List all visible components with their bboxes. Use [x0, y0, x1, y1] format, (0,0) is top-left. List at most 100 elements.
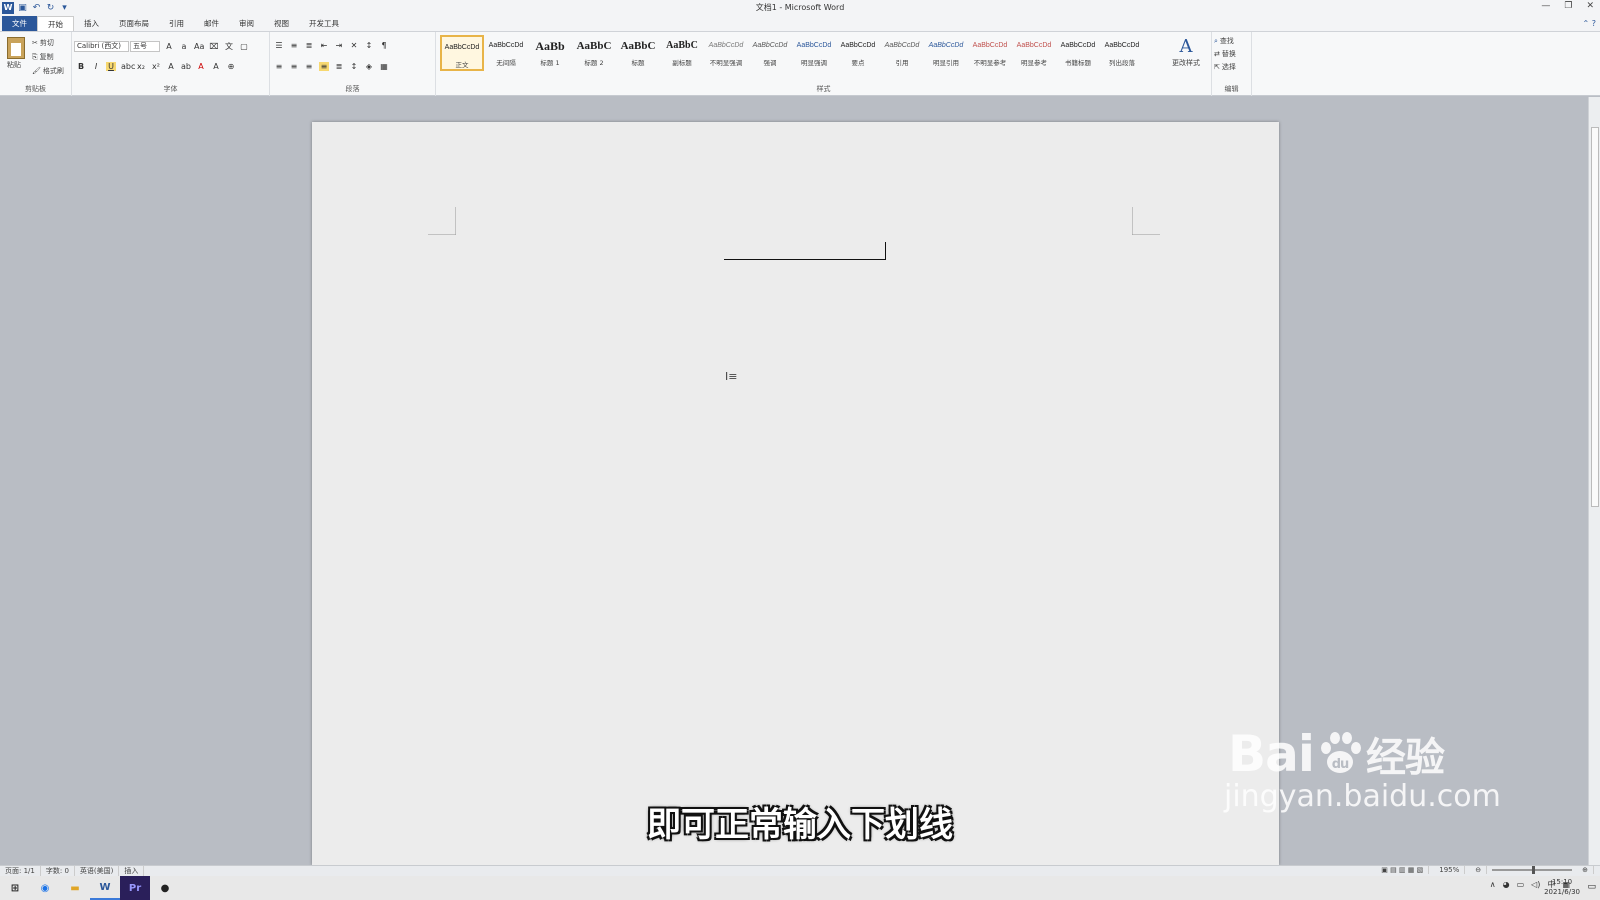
- close-icon[interactable]: ✕: [1586, 1, 1594, 11]
- tab-developer[interactable]: 开发工具: [299, 16, 349, 31]
- enclose-char-icon[interactable]: ⊕: [226, 62, 236, 71]
- shrink-font-icon[interactable]: a: [179, 42, 189, 51]
- volume-icon[interactable]: ◁): [1531, 880, 1540, 889]
- format-painter-button[interactable]: 🖌 格式刷: [32, 66, 64, 76]
- view-buttons[interactable]: ▣ ▤ ▥ ▦ ▧: [1376, 866, 1430, 874]
- bullets-icon[interactable]: ☰: [274, 41, 284, 50]
- save-icon[interactable]: ▣: [17, 3, 28, 14]
- font-color-icon[interactable]: A: [196, 62, 206, 71]
- collapse-ribbon-icon[interactable]: ⌃: [1583, 19, 1590, 28]
- style-item[interactable]: AaBbCcDd 列出段落: [1100, 35, 1144, 71]
- undo-icon[interactable]: ↶: [31, 3, 42, 14]
- chinese-layout-icon[interactable]: ✕: [349, 41, 359, 50]
- align-center-icon[interactable]: ≡: [289, 62, 299, 71]
- char-border-icon[interactable]: ▢: [239, 42, 249, 51]
- style-item[interactable]: AaBbCcDd 引用: [880, 35, 924, 71]
- char-shading-icon[interactable]: A: [211, 62, 221, 71]
- word-taskbar-icon[interactable]: W: [90, 876, 120, 900]
- sort-icon[interactable]: ↕: [364, 41, 374, 50]
- network-icon[interactable]: ▭: [1517, 880, 1525, 889]
- word-count[interactable]: 字数: 0: [41, 866, 75, 876]
- paste-button[interactable]: 粘贴: [7, 60, 21, 70]
- document-page[interactable]: I≡: [312, 122, 1279, 865]
- style-item[interactable]: AaBbC 标题 2: [572, 35, 616, 71]
- style-item[interactable]: AaBbCcDd 明显引用: [924, 35, 968, 71]
- change-case-icon[interactable]: Aa: [194, 42, 204, 51]
- line-spacing-icon[interactable]: ↕: [349, 62, 359, 71]
- style-item[interactable]: AaBb 标题 1: [528, 35, 572, 71]
- browser-icon[interactable]: ◉: [30, 876, 60, 900]
- text-effects-icon[interactable]: A: [166, 62, 176, 71]
- show-marks-icon[interactable]: ¶: [379, 41, 389, 50]
- cut-button[interactable]: ✂ 剪切: [32, 38, 54, 48]
- obs-icon[interactable]: ●: [150, 876, 180, 900]
- decrease-indent-icon[interactable]: ⇤: [319, 41, 329, 50]
- language-indicator[interactable]: 英语(美国): [75, 866, 120, 876]
- copy-button[interactable]: ⎘ 复制: [32, 52, 54, 62]
- tab-file[interactable]: 文件: [2, 16, 37, 31]
- style-item[interactable]: AaBbCcDd 无间隔: [484, 35, 528, 71]
- style-item[interactable]: AaBbCcDd 明显参考: [1012, 35, 1056, 71]
- align-left-icon[interactable]: ≡: [274, 62, 284, 71]
- restore-icon[interactable]: ❐: [1564, 1, 1572, 11]
- numbering-icon[interactable]: ≡: [289, 41, 299, 50]
- customize-qat-icon[interactable]: ▾: [59, 3, 70, 14]
- phonetic-icon[interactable]: 文: [224, 41, 234, 52]
- align-right-icon[interactable]: ≡: [304, 62, 314, 71]
- grow-font-icon[interactable]: A: [164, 42, 174, 51]
- style-item[interactable]: AaBbC 副标题: [660, 35, 704, 71]
- style-item[interactable]: AaBbCcDd 要点: [836, 35, 880, 71]
- clear-format-icon[interactable]: ⌧: [209, 42, 219, 51]
- insert-mode[interactable]: 插入: [119, 866, 145, 876]
- strikethrough-icon[interactable]: abc: [121, 62, 135, 71]
- help-icon[interactable]: ?: [1592, 19, 1596, 28]
- multilevel-list-icon[interactable]: ≣: [304, 41, 314, 50]
- scrollbar-thumb[interactable]: [1591, 127, 1599, 507]
- word-logo-icon[interactable]: W: [2, 2, 14, 14]
- tab-mailings[interactable]: 邮件: [194, 16, 229, 31]
- superscript-icon[interactable]: x²: [151, 62, 161, 71]
- shading-icon[interactable]: ◈: [364, 62, 374, 71]
- distributed-icon[interactable]: ≣: [334, 62, 344, 71]
- start-icon[interactable]: ⊞: [0, 876, 30, 900]
- tab-insert[interactable]: 插入: [74, 16, 109, 31]
- notification-icon[interactable]: ▭: [1587, 882, 1596, 892]
- borders-icon[interactable]: ▦: [379, 62, 389, 71]
- tray-chevron-icon[interactable]: ∧: [1490, 880, 1496, 889]
- font-name-select[interactable]: Calibri (西文): [74, 41, 129, 52]
- file-explorer-icon[interactable]: ▬: [60, 876, 90, 900]
- select-button[interactable]: ⇱ 选择: [1214, 62, 1236, 72]
- tab-home[interactable]: 开始: [37, 16, 74, 31]
- zoom-out-icon[interactable]: ⊖: [1470, 866, 1488, 874]
- minimize-icon[interactable]: —: [1541, 1, 1550, 11]
- vertical-scrollbar[interactable]: [1588, 97, 1600, 865]
- style-item[interactable]: AaBbCcDd 强调: [748, 35, 792, 71]
- style-item[interactable]: AaBbCcDd 不明显强调: [704, 35, 748, 71]
- tab-references[interactable]: 引用: [159, 16, 194, 31]
- change-styles-button[interactable]: A 更改样式: [1164, 36, 1208, 68]
- zoom-slider[interactable]: [1492, 866, 1573, 874]
- style-item[interactable]: AaBbCcDd 书籍标题: [1056, 35, 1100, 71]
- zoom-level[interactable]: 195%: [1434, 866, 1466, 874]
- justify-icon[interactable]: ≡: [319, 62, 329, 71]
- page-count[interactable]: 页面: 1/1: [0, 866, 41, 876]
- clock[interactable]: 15:10 2021/6/30: [1544, 877, 1580, 897]
- increase-indent-icon[interactable]: ⇥: [334, 41, 344, 50]
- redo-icon[interactable]: ↻: [45, 3, 56, 14]
- tab-view[interactable]: 视图: [264, 16, 299, 31]
- premiere-icon[interactable]: Pr: [120, 876, 150, 900]
- highlight-icon[interactable]: ab: [181, 62, 191, 71]
- style-item[interactable]: AaBbC 标题: [616, 35, 660, 71]
- paste-icon[interactable]: [7, 37, 25, 59]
- italic-icon[interactable]: I: [91, 62, 101, 71]
- style-item[interactable]: AaBbCcDd 正文: [440, 35, 484, 71]
- tray-app-icon[interactable]: ◕: [1503, 880, 1510, 889]
- tab-page-layout[interactable]: 页面布局: [109, 16, 159, 31]
- font-size-select[interactable]: 五号: [130, 41, 160, 52]
- subscript-icon[interactable]: x₂: [136, 62, 146, 71]
- underline-icon[interactable]: U: [106, 62, 116, 71]
- bold-icon[interactable]: B: [76, 62, 86, 71]
- tab-review[interactable]: 审阅: [229, 16, 264, 31]
- find-button[interactable]: ⌕ 查找: [1214, 36, 1234, 46]
- zoom-in-icon[interactable]: ⊕: [1577, 866, 1594, 874]
